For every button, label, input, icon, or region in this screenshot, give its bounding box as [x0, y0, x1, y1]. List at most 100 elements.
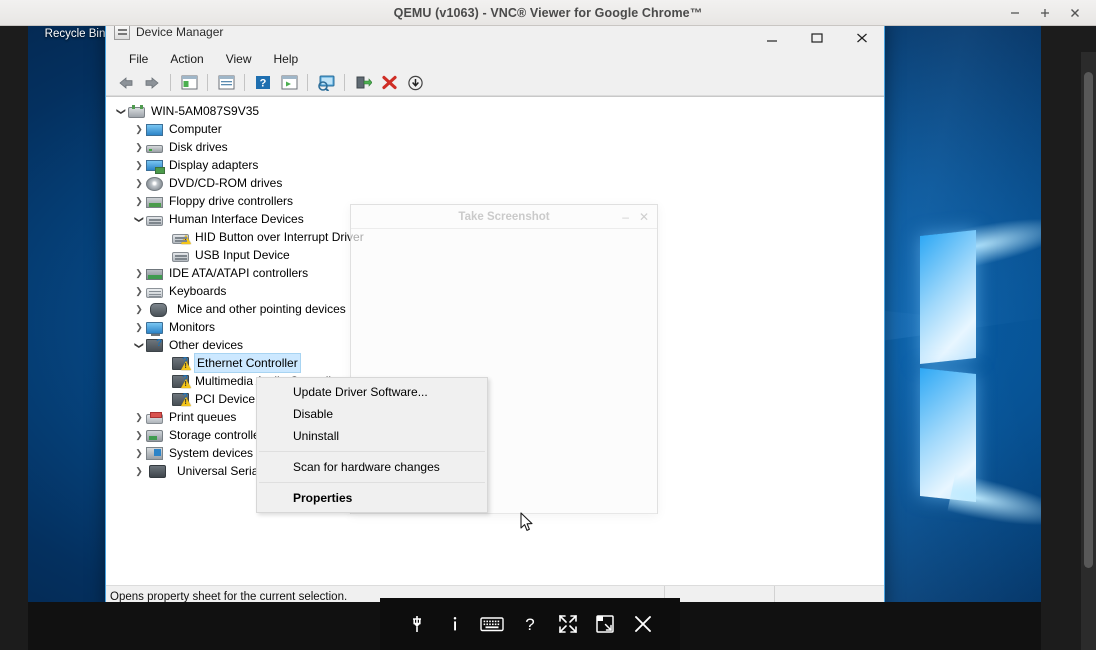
windows-logo-wallpaper [920, 206, 1041, 553]
page-scrollbar[interactable] [1081, 52, 1096, 650]
context-menu-item-uninstall[interactable]: Uninstall [257, 425, 487, 447]
dm-minimize-icon[interactable] [749, 26, 794, 47]
computer-root-icon [128, 104, 145, 118]
recycle-bin-label: Recycle Bin [44, 28, 106, 40]
tree-item-label: Computer [169, 122, 222, 136]
forward-arrow-icon[interactable] [140, 72, 164, 94]
toolbar-separator [344, 74, 345, 91]
hid-icon [172, 233, 191, 244]
display-icon[interactable] [314, 72, 338, 94]
menu-file[interactable]: File [118, 49, 159, 69]
other-device-icon: ? [146, 338, 163, 352]
show-hide-console-tree-icon[interactable] [177, 72, 201, 94]
chevron-right-icon[interactable]: ❯ [132, 178, 146, 189]
chevron-down-icon[interactable]: ❯ [134, 212, 145, 226]
update-driver-icon[interactable] [351, 72, 375, 94]
tree-item-disk-drives[interactable]: ❯ Disk drives [106, 138, 884, 156]
chevron-right-icon[interactable]: ❯ [132, 304, 146, 315]
vnc-viewport[interactable]: Recycle Bin Device Manager File Action V… [0, 26, 1096, 650]
tree-item-label: Storage controllers [169, 428, 270, 442]
fullscreen-icon[interactable] [553, 609, 583, 639]
close-icon[interactable] [628, 609, 658, 639]
tree-item-label: Keyboards [169, 284, 227, 298]
take-screenshot-title: Take Screenshot [458, 210, 550, 223]
toolbar-separator [244, 74, 245, 91]
minimize-icon[interactable] [1000, 0, 1030, 26]
chevron-down-icon[interactable]: ❯ [116, 104, 127, 118]
tree-item-label: Floppy drive controllers [169, 194, 294, 208]
disable-icon[interactable] [403, 72, 427, 94]
chevron-right-icon[interactable]: ❯ [132, 124, 146, 135]
uninstall-icon[interactable] [377, 72, 401, 94]
info-icon[interactable] [440, 609, 470, 639]
mouse-icon [150, 302, 167, 317]
chevron-right-icon[interactable]: ❯ [132, 412, 146, 423]
monitor-icon [146, 321, 163, 336]
scan-for-hardware-changes-icon[interactable] [277, 72, 301, 94]
help-icon[interactable]: ? [515, 609, 545, 639]
close-icon[interactable] [1060, 0, 1090, 26]
toolbar-separator [307, 74, 308, 91]
take-screenshot-titlebar[interactable]: Take Screenshot – ✕ [351, 205, 657, 229]
chevron-right-icon[interactable]: ❯ [132, 322, 146, 333]
chevron-right-icon[interactable]: ❯ [132, 448, 146, 459]
ts-minimize-icon[interactable]: – [622, 211, 629, 223]
context-menu-item-properties[interactable]: Properties [257, 487, 487, 509]
keyboard-icon[interactable] [477, 609, 507, 639]
tree-item-dvd-cd-rom-drives[interactable]: ❯ DVD/CD-ROM drives [106, 174, 884, 192]
other-device-icon: ? [172, 374, 191, 388]
chevron-right-icon[interactable]: ❯ [132, 286, 146, 297]
usb-icon [149, 465, 166, 478]
vnc-titlebar[interactable]: QEMU (v1063) - VNC® Viewer for Google Ch… [0, 0, 1096, 26]
tree-item-label: System devices [169, 446, 254, 460]
computer-icon [146, 123, 163, 136]
desktop-icon-recycle-bin[interactable]: Recycle Bin [34, 28, 116, 41]
chevron-right-icon[interactable]: ❯ [132, 430, 146, 441]
menu-help[interactable]: Help [263, 49, 310, 69]
maximize-icon[interactable] [1030, 0, 1060, 26]
tree-item-display-adapters[interactable]: ❯ Display adapters [106, 156, 884, 174]
chevron-right-icon[interactable]: ❯ [132, 142, 146, 153]
context-menu-item-update-driver-software[interactable]: Update Driver Software... [257, 381, 487, 403]
tree-item-label: Display adapters [169, 158, 259, 172]
pin-icon[interactable] [402, 609, 432, 639]
menu-view[interactable]: View [215, 49, 263, 69]
chevron-right-icon[interactable]: ❯ [132, 466, 146, 477]
back-arrow-icon[interactable] [114, 72, 138, 94]
tree-item-win-5am087s9v35[interactable]: ❯ WIN-5AM087S9V35 [106, 102, 884, 120]
tree-item-label: IDE ATA/ATAPI controllers [169, 266, 309, 280]
tree-item-label: Mice and other pointing devices [177, 302, 346, 316]
tree-item-computer[interactable]: ❯ Computer [106, 120, 884, 138]
chevron-right-icon[interactable]: ❯ [132, 196, 146, 207]
device-manager-window-controls [749, 26, 884, 47]
remote-desktop[interactable]: Recycle Bin Device Manager File Action V… [28, 26, 1041, 650]
vnc-toolbar: ? [380, 598, 680, 650]
chevron-right-icon[interactable]: ❯ [132, 268, 146, 279]
context-menu-separator [259, 482, 485, 483]
chevron-right-icon[interactable]: ❯ [132, 160, 146, 171]
tree-item-label: Ethernet Controller [194, 353, 301, 373]
warning-badge-icon [181, 397, 191, 406]
ide-controller-icon [146, 268, 163, 280]
display-adapter-icon [146, 160, 165, 174]
properties-icon[interactable] [214, 72, 238, 94]
dm-maximize-icon[interactable] [794, 26, 839, 47]
tree-item-label: HID Button over Interrupt Driver [195, 230, 364, 244]
context-menu-item-scan-for-hardware-changes[interactable]: Scan for hardware changes [257, 456, 487, 478]
device-context-menu[interactable]: Update Driver Software... Disable Uninstal… [256, 377, 488, 513]
question-mark-icon: ? [156, 338, 163, 349]
menu-action[interactable]: Action [159, 49, 214, 69]
toolbar-separator [170, 74, 171, 91]
tree-item-label: PCI Device [195, 392, 256, 406]
logo-pane [920, 230, 976, 364]
svg-text:?: ? [260, 78, 267, 90]
context-menu-item-disable[interactable]: Disable [257, 403, 487, 425]
dm-close-icon[interactable] [839, 26, 884, 47]
ts-close-icon[interactable]: ✕ [639, 211, 649, 223]
help-icon[interactable]: ? [251, 72, 275, 94]
device-manager-titlebar[interactable]: Device Manager [106, 26, 884, 47]
chevron-down-icon[interactable]: ❯ [134, 338, 145, 352]
logo-glow [947, 206, 1041, 272]
page-scrollbar-thumb[interactable] [1084, 72, 1093, 568]
scale-window-icon[interactable] [590, 609, 620, 639]
